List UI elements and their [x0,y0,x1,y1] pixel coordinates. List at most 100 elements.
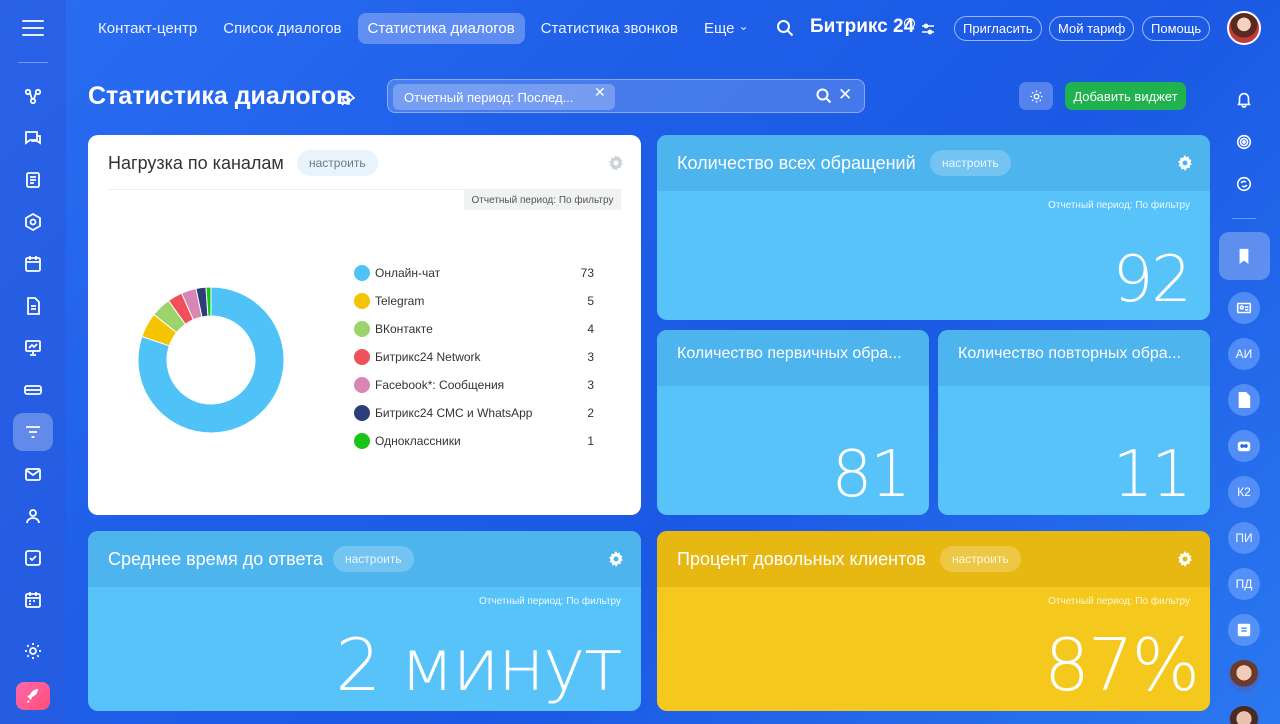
sidebar-item-schedule[interactable] [13,581,53,619]
widget-gear-icon[interactable] [1177,551,1193,567]
pin-icon[interactable] [341,91,356,106]
filter-chip-close-icon[interactable]: ✕ [594,84,606,101]
sidebar-item-presentation[interactable] [13,329,53,367]
sidebar-separator [18,62,48,63]
filter-clear-icon[interactable]: ✕ [838,85,852,105]
nav-call-stats[interactable]: Статистика звонков [531,13,688,44]
widget-channels-load: Нагрузка по каналам настроить Отчетный п… [88,135,641,515]
legend-value: 5 [587,294,594,308]
widget-value: 11 [1112,438,1192,512]
sidebar-item-tasks[interactable] [13,539,53,577]
filter-bar[interactable]: Отчетный период: Послед... ✕ ✕ [387,79,865,113]
widget-period-label: Отчетный период: По фильтру [464,190,621,210]
legend-value: 3 [587,350,594,364]
sidebar-item-contact-center[interactable] [13,413,53,451]
checkbox-icon [25,550,41,566]
bot-button[interactable] [1228,430,1260,462]
add-widget-button[interactable]: Добавить виджет [1065,82,1186,110]
copilot-icon [1236,134,1252,150]
copilot-button[interactable] [1228,126,1260,158]
widget-gear-icon[interactable] [1177,155,1193,171]
chat-k2[interactable]: К2 [1228,476,1260,508]
bell-icon [1237,92,1251,108]
sidebar-item-documents[interactable] [13,287,53,325]
widget-value: 2 минут [335,623,623,707]
sidebar-item-calendar[interactable] [13,245,53,283]
widget-period-label: Отчетный период: По фильтру [1048,200,1190,211]
sidebar-item-chats[interactable] [13,119,53,157]
messenger-button[interactable] [1228,168,1260,200]
legend-item[interactable]: Одноклассники 1 [354,427,594,455]
docs-button[interactable] [1228,384,1260,416]
bookmark-button[interactable] [1228,240,1260,272]
legend-value: 1 [587,434,594,448]
invite-button[interactable]: Пригласить [954,16,1042,41]
nav-dialog-list[interactable]: Список диалогов [213,13,351,44]
feed-icon [26,172,40,188]
id-card-icon [1236,302,1252,314]
legend-item[interactable]: Битрикс24 СМС и WhatsApp 2 [354,399,594,427]
widget-total-requests: Количество всех обращений настроить Отче… [657,135,1210,320]
schedule-icon [25,592,41,608]
legend-label: Одноклассники [375,434,461,448]
chat-ai[interactable]: АИ [1228,338,1260,370]
user-chat-avatar[interactable] [1228,660,1260,692]
widget-setup-button[interactable]: настроить [297,150,378,176]
legend-item[interactable]: Facebook*: Сообщения 3 [354,371,594,399]
widget-setup-button[interactable]: настроить [940,546,1021,572]
sidebar-item-contacts[interactable] [13,497,53,535]
filter-search-button[interactable] [816,88,832,104]
nav-dialog-stats[interactable]: Статистика диалогов [357,12,525,44]
brand-logo[interactable]: Битрикс 24 [810,16,914,38]
tariff-button[interactable]: Мой тариф [1049,16,1135,41]
legend-item[interactable]: Telegram 5 [354,287,594,315]
sidebar-item-crm[interactable] [13,203,53,241]
sidebar-item-feed[interactable] [13,161,53,199]
chat-pd[interactable]: ПД [1228,568,1260,600]
nav-more[interactable]: Еще [694,13,759,44]
notifications-button[interactable] [1228,83,1260,115]
legend-item[interactable]: ВКонтакте 4 [354,315,594,343]
sidebar-item-flows[interactable] [13,77,53,115]
nav-contact-center[interactable]: Контакт-центр [88,13,207,44]
rocket-button[interactable] [16,682,50,710]
global-search-button[interactable] [776,19,794,37]
chat-pi[interactable]: ПИ [1228,522,1260,554]
widget-setup-button[interactable]: настроить [333,546,414,572]
widget-gear-icon[interactable] [608,551,624,567]
sidebar-item-storage[interactable] [13,371,53,409]
menu-icon[interactable] [22,20,44,36]
clock-icon[interactable] [904,18,915,29]
legend-label: Telegram [375,294,425,308]
sidebar-settings[interactable] [13,632,53,670]
top-navigation: Контакт-центр Список диалогов Статистика… [88,12,759,44]
user-chat-avatar-2[interactable] [1228,706,1260,724]
legend-label: Битрикс24 Network [375,350,481,364]
widget-gear-icon[interactable] [608,155,624,171]
flows-icon [24,88,42,105]
storage-icon [24,385,42,395]
robot-icon [1237,441,1251,452]
sidebar-item-mail[interactable] [13,455,53,493]
crm-hexagon-icon [25,212,41,232]
legend-value: 2 [587,406,594,420]
legend-label: Facebook*: Сообщения [375,378,505,392]
document-icon [1238,391,1251,409]
help-button[interactable]: Помощь [1142,16,1211,41]
legend-dot [354,377,370,393]
widget-value: 81 [831,438,911,512]
notes-button[interactable] [1228,614,1260,646]
mail-icon [25,468,41,481]
filter-chip[interactable]: Отчетный период: Послед... [393,84,615,110]
widget-setup-button[interactable]: настроить [930,150,1011,176]
right-sidebar: АИ К2 ПИ ПД [1218,0,1280,724]
contacts-card-button[interactable] [1228,292,1260,324]
widget-value: 92 [1112,243,1192,317]
board-settings-button[interactable] [1019,82,1053,110]
legend-item[interactable]: Битрикс24 Network 3 [354,343,594,371]
legend-item[interactable]: Онлайн-чат 73 [354,259,594,287]
sliders-icon[interactable] [921,22,935,35]
search-icon [777,20,794,37]
widget-title: Количество первичных обра... [677,345,902,362]
widget-title: Количество повторных обра... [958,345,1181,362]
